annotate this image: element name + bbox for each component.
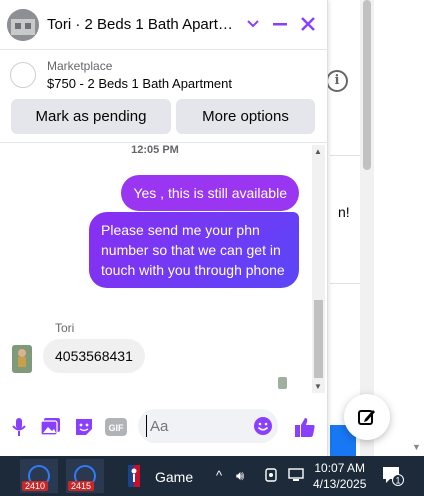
compose-icon <box>358 410 375 425</box>
composer: GIF <box>0 400 328 456</box>
chat-header[interactable]: Tori · 2 Beds 1 Bath Apart… <box>0 0 328 50</box>
gif-label: GIF <box>109 423 125 433</box>
game-label[interactable]: Game <box>155 469 193 485</box>
chat-window: Tori · 2 Beds 1 Bath Apart… Marketplace … <box>0 0 328 456</box>
app-badge: 2415 <box>68 481 95 491</box>
chevron-up-icon[interactable]: ^ <box>216 468 222 483</box>
volume-icon[interactable]: 🔊︎ <box>236 468 244 484</box>
sender-name: Tori <box>55 321 75 335</box>
scroll-down-icon[interactable]: ▼ <box>412 442 421 452</box>
photo-icon[interactable] <box>40 416 62 438</box>
clock[interactable]: 10:07 AM 4/13/2025 <box>313 460 366 492</box>
listing-title: $750 - 2 Beds 1 Bath Apartment <box>47 76 233 91</box>
nba-logo-icon[interactable] <box>128 465 140 492</box>
emoji-icon[interactable] <box>253 416 273 441</box>
more-options-button[interactable]: More options <box>176 99 315 134</box>
new-message-button[interactable] <box>344 394 390 440</box>
outgoing-message[interactable]: Yes , this is still available <box>121 175 299 211</box>
taskbar: 2410 2415 Game ^ 🔊︎ 10:07 AM 4/13/2025 1 <box>0 456 424 496</box>
sender-avatar[interactable] <box>12 345 32 373</box>
chat-title[interactable]: Tori · 2 Beds 1 Bath Apart… <box>47 16 237 33</box>
messages-scrollbar-thumb[interactable] <box>314 300 323 378</box>
taskbar-app[interactable]: 2410 <box>20 459 58 493</box>
listing-row[interactable]: Marketplace $750 - 2 Beds 1 Bath Apartme… <box>0 54 328 94</box>
taskbar-app[interactable]: 2415 <box>66 459 104 493</box>
scroll-down-icon[interactable]: ▼ <box>314 382 322 391</box>
listing-source: Marketplace <box>47 59 113 73</box>
divider <box>330 283 360 284</box>
close-icon[interactable] <box>300 16 316 37</box>
message-input-wrapper[interactable] <box>138 409 278 443</box>
clock-date: 4/13/2025 <box>313 477 367 491</box>
info-icon[interactable]: i <box>326 70 348 92</box>
notification-icon[interactable]: 1 <box>382 466 404 486</box>
outgoing-message[interactable]: Please send me your phn number so that w… <box>89 212 299 288</box>
seen-avatar <box>278 377 287 389</box>
chevron-down-icon[interactable] <box>247 16 259 34</box>
network-icon[interactable] <box>288 468 304 485</box>
incoming-message[interactable]: 4053568431 <box>43 339 145 373</box>
listing-thumbnail <box>10 62 36 88</box>
background-text: n! <box>338 204 350 220</box>
mark-as-pending-button[interactable]: Mark as pending <box>11 99 171 134</box>
message-input[interactable] <box>146 415 246 437</box>
minimize-icon[interactable] <box>272 16 288 37</box>
sticker-icon[interactable] <box>73 416 95 438</box>
clock-time: 10:07 AM <box>314 461 366 475</box>
notification-count: 1 <box>395 476 400 486</box>
divider <box>330 155 360 156</box>
scroll-up-icon[interactable]: ▲ <box>314 147 322 156</box>
camera-icon[interactable] <box>265 468 277 485</box>
app-badge: 2410 <box>22 481 49 491</box>
divider <box>0 142 328 143</box>
page-scrollbar-thumb[interactable] <box>363 0 371 170</box>
thumbs-up-icon[interactable] <box>293 416 317 438</box>
microphone-icon[interactable] <box>8 416 30 438</box>
message-timestamp: 12:05 PM <box>131 144 179 156</box>
gif-icon[interactable]: GIF <box>104 416 128 438</box>
avatar[interactable] <box>7 8 39 41</box>
outer-scrollbar[interactable]: ▼ <box>410 0 424 456</box>
